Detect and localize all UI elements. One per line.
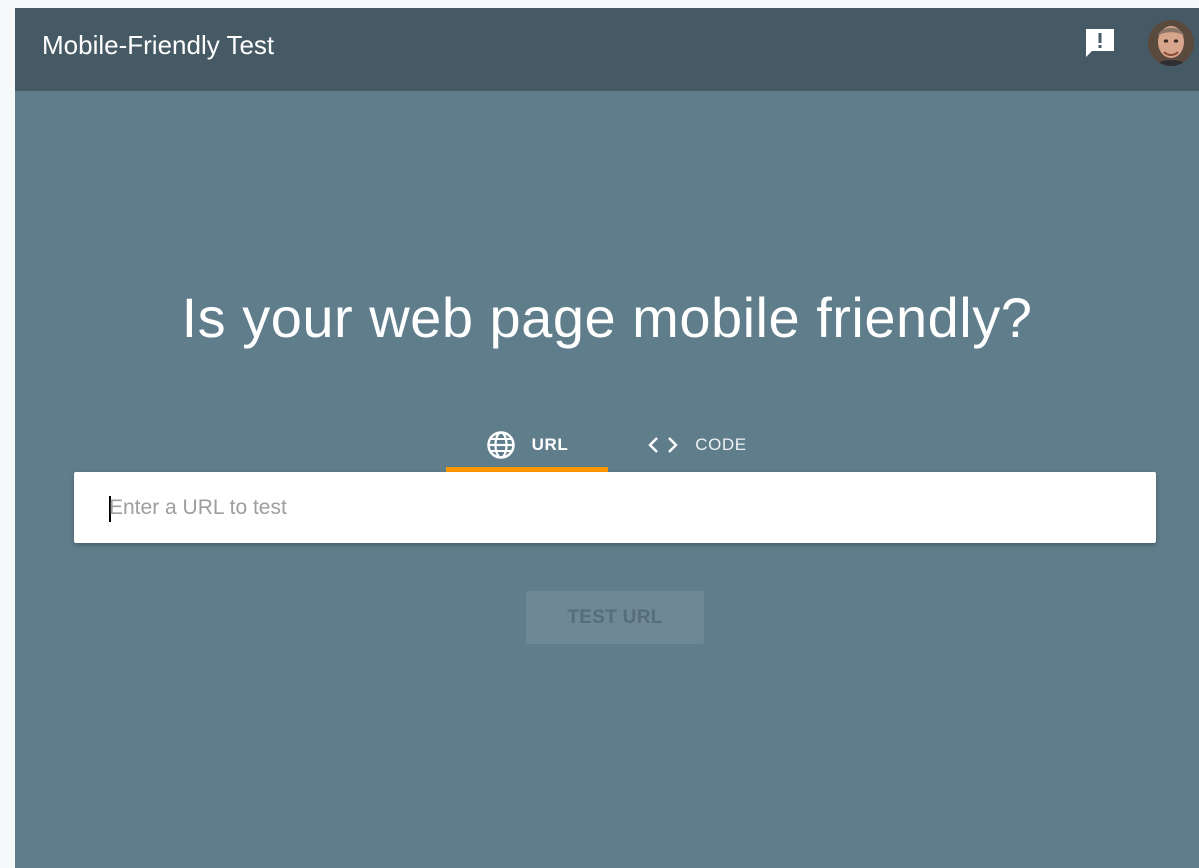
- app-title: Mobile-Friendly Test: [42, 30, 275, 60]
- tab-code[interactable]: CODE: [616, 416, 778, 472]
- header-bar: Mobile-Friendly Test: [15, 8, 1199, 91]
- test-url-button[interactable]: TEST URL: [526, 591, 704, 644]
- url-input-container: [74, 472, 1156, 543]
- tab-url-label: URL: [531, 435, 569, 454]
- url-input[interactable]: [109, 472, 1119, 543]
- app-window: Mobile-Friendly Test Is your web page mo…: [15, 8, 1199, 868]
- avatar-image: [1148, 20, 1194, 66]
- avatar[interactable]: [1148, 20, 1194, 66]
- code-icon: [648, 437, 678, 453]
- page-headline: Is your web page mobile friendly?: [181, 286, 1033, 349]
- tab-code-label: CODE: [695, 435, 747, 454]
- feedback-icon: [1086, 29, 1114, 57]
- feedback-button[interactable]: [1083, 26, 1117, 60]
- globe-icon: [486, 431, 515, 459]
- input-mode-tabs: URL CODE: [446, 416, 776, 472]
- tab-url[interactable]: URL: [446, 416, 608, 472]
